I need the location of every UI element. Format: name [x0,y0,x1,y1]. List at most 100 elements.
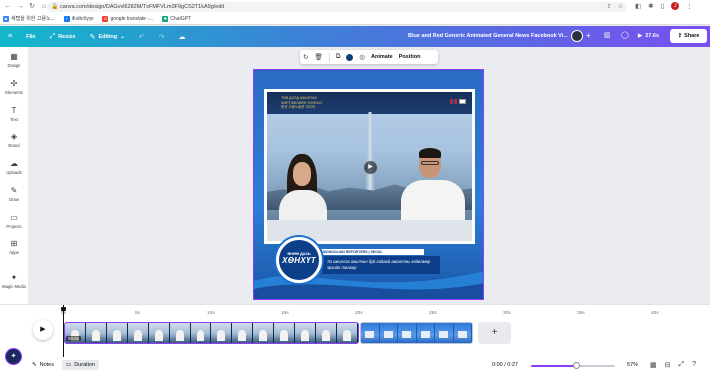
design-page[interactable]: ТӨВ ДЭЭД АЖИЛЛАХ МЭРГЭЖЛИЙН ХОЛБОО 한국 고용… [253,69,484,300]
bookmark-item[interactable]: ✺ ChatGPT [162,15,191,22]
color-swatch[interactable] [346,53,354,61]
video-frame[interactable]: ТӨВ ДЭЭД АЖИЛЛАХ МЭРГЭЖЛИЙН ХОЛБОО 한국 고용… [264,89,475,244]
bookmark-item[interactable]: ■ 새탭을 위한 고용노... [3,15,55,22]
fullscreen-icon[interactable]: ⤢ [679,361,685,369]
trash-icon[interactable]: 🗑 [314,53,322,61]
position-button[interactable]: Position [399,54,421,60]
date-strip[interactable]: MONGOLIAN REPORTERS | SEOUL [320,249,424,255]
caption-bar[interactable]: Ээ ажиллах ажилчин буй гадаад ажилтны хө… [322,256,440,274]
tower-shape [365,112,375,202]
lock-icon: 🔒 [51,4,59,10]
clip-thumbnail [398,323,417,343]
page-clip-track[interactable] [360,322,473,344]
hamburger-icon[interactable]: ≡ [8,33,12,40]
bookmark-favicon-icon: ■ [3,15,9,22]
sidebar-item-label: Design [7,63,21,68]
more-icon[interactable]: ⋮ [686,2,693,10]
extension-icon[interactable]: ◧ [635,2,641,10]
undo-icon[interactable]: ↶ [139,33,145,41]
add-page-button[interactable]: + [478,322,511,344]
back-icon[interactable]: ← [3,2,13,12]
sidebar-item-text[interactable]: T Text [0,104,28,126]
share-button[interactable]: ⇪ Share [670,29,707,43]
bookmark-item[interactable]: Ggoogle translate -... [102,15,153,22]
clip-thumbnail [190,323,212,343]
page-count-icon[interactable]: ⊟ [665,361,671,369]
avatar[interactable] [571,30,583,42]
news-badge[interactable]: ӨНӨӨ ДАХЬ ХӨНХҮТ [276,237,322,283]
profile-avatar[interactable]: J [671,2,680,10]
playhead[interactable] [63,305,64,357]
clip-thumbnail [361,323,380,343]
puzzle-icon[interactable]: ✱ [648,2,653,10]
present-button[interactable]: ▶ 27.6s [638,30,659,42]
sidebar-item-brand[interactable]: ◈ Brand [0,130,28,152]
editor-header: ≡ File ⤢ Resize ✎ Editing ⌄ ↶ ↷ ☁ Blue and … [0,26,710,47]
sidebar-item-magic-media[interactable]: ✦ Magic Media [0,271,28,293]
clip-thumbnail [148,323,170,343]
upload-cloud-icon: ☁ [10,159,18,168]
banner-text: ТӨВ ДЭЭД АЖИЛЛАХ МЭРГЭЖЛИЙН ХОЛБОО 한국 고용… [281,96,323,109]
clip-thumbnail [295,323,317,343]
duration-button[interactable]: ▭ Duration [62,360,99,370]
sidebar-item-projects[interactable]: ▭ Projects [0,211,28,233]
video-clip-track[interactable] [64,322,359,344]
add-collaborator-icon[interactable]: + [586,31,591,40]
clip-thumbnail [316,323,337,343]
magic-assistant-button[interactable]: ✦ [6,349,21,364]
sidebar-item-design[interactable]: ▦ Design [0,50,28,72]
forward-icon[interactable]: → [15,2,25,12]
clip-thumbnail [106,323,128,343]
playhead-handle[interactable] [61,307,66,311]
zoom-level[interactable]: 57% [627,362,638,368]
tick-label: 15s [281,311,289,316]
flags [450,99,466,104]
share-page-icon[interactable]: ⇪ [607,3,612,10]
clip-thumbnail [274,323,296,343]
timeline-play-button[interactable]: ▶ [33,320,53,340]
resize-button[interactable]: ⤢ Resize [50,33,76,41]
address-bar-icons: ⇪ ☆ [607,3,623,10]
comment-icon[interactable]: ◯ [621,31,629,39]
tick-label: 35s [577,311,585,316]
redo-icon[interactable]: ↷ [159,33,165,41]
tick-label: 25s [429,311,437,316]
sidepanel-icon[interactable]: ▯ [661,2,665,10]
google-icon: G [102,15,109,22]
cloud-save-icon[interactable]: ☁ [179,33,186,41]
reload-icon[interactable]: ↻ [27,2,37,12]
brand-icon: ◈ [10,132,18,141]
insights-chart-icon[interactable]: ▥ [604,31,611,39]
magic-sparkle-icon: ✦ [10,273,18,282]
sidebar-item-draw[interactable]: ✎ Draw [0,184,28,206]
sidebar-item-elements[interactable]: ✣ Elements [0,77,28,99]
clip-thumbnail [232,323,254,343]
clip-thumbnail [435,323,454,343]
video-play-icon[interactable]: ▶ [364,161,377,174]
clip-thumbnail [416,323,435,343]
sidebar-item-label: Brand [8,143,20,148]
bookmark-item[interactable]: f Фэйсбүүк [63,15,93,22]
sidebar-item-uploads[interactable]: ☁ Uploads [0,157,28,179]
tick-label: 40s [651,311,659,316]
clip-thumbnail [169,323,191,343]
editing-mode-button[interactable]: ✎ Editing ⌄ [90,33,125,41]
grid-view-icon[interactable]: ▦ [650,361,657,369]
interview-video[interactable]: ТӨВ ДЭЭД АЖИЛЛАХ МЭРГЭЖЛИЙН ХОЛБОО 한국 고용… [267,92,472,241]
help-icon[interactable]: ? [692,361,696,369]
tick-label: 10s [207,311,215,316]
design-title[interactable]: Blue and Red Generic Animated General Ne… [408,33,568,39]
address-bar[interactable]: 🔒 canva.com/design/DAGvvl6282M/TxFMFVLm3… [47,2,627,12]
chevron-down-icon: ⌄ [120,33,125,40]
refresh-icon[interactable]: ↻ [303,53,308,61]
bookmark-star-icon[interactable]: ☆ [618,3,623,10]
duplicate-icon[interactable]: ⧉ [336,53,341,61]
file-menu-button[interactable]: File [26,34,35,40]
design-icon: ▦ [10,52,18,61]
notes-button[interactable]: ✎ Notes [32,362,54,368]
url-text: canva.com/design/DAGvvl6282M/TxFMFVLm3F9… [60,3,225,10]
animate-button[interactable]: Animate [371,54,393,60]
play-icon: ▶ [40,326,46,333]
sidebar-item-apps[interactable]: ⊞ Apps [0,237,28,259]
zoom-slider-handle[interactable] [573,362,580,369]
